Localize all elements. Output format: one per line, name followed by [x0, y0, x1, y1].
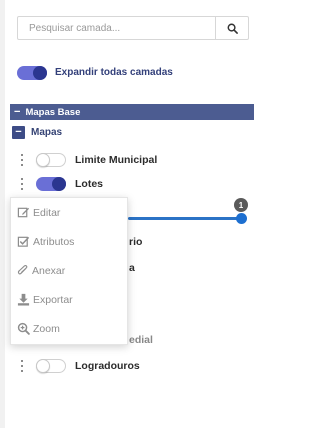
subgroup-title: Mapas [31, 127, 63, 138]
layer-label-partial-edial: edial [129, 334, 153, 346]
checkbox-icon [17, 236, 30, 247]
toggle-knob [52, 177, 66, 191]
toggle-knob [33, 66, 47, 80]
menu-item-label: Atributos [33, 235, 75, 248]
toggle-knob [36, 153, 50, 167]
opacity-slider-track[interactable] [128, 217, 244, 220]
layer-toggle-limite-municipal[interactable] [36, 153, 66, 167]
download-icon [17, 293, 30, 306]
collapse-icon[interactable]: − [12, 126, 25, 139]
search-box [17, 16, 249, 40]
panel-left-border [0, 0, 5, 428]
layer-context-menu: Editar Atributos Anexar Exportar Zoom [10, 197, 128, 345]
menu-item-zoom[interactable]: Zoom [17, 322, 60, 335]
menu-item-anexar[interactable]: Anexar [17, 264, 65, 277]
search-input[interactable] [18, 17, 215, 39]
layer-label-partial-rio: rio [129, 236, 143, 248]
layer-label-partial-a: a [129, 262, 135, 274]
menu-item-label: Exportar [33, 293, 73, 306]
subgroup-header-mapas[interactable]: − Mapas [12, 126, 62, 139]
layer-toggle-lotes[interactable] [36, 177, 66, 191]
search-icon [227, 23, 238, 34]
layer-label-logradouros: Logradouros [75, 360, 140, 372]
drag-handle-icon[interactable] [21, 154, 24, 166]
menu-item-label: Zoom [33, 322, 60, 335]
drag-handle-icon[interactable] [21, 360, 24, 372]
toggle-knob [36, 359, 50, 373]
zoom-icon [17, 322, 30, 335]
opacity-slider-thumb[interactable] [236, 213, 247, 224]
group-title: Mapas Base [25, 106, 81, 118]
layer-panel: Expandir todas camadas − Mapas Base − Ma… [0, 0, 254, 428]
menu-item-atributos[interactable]: Atributos [17, 235, 74, 248]
layer-label-lotes: Lotes [75, 178, 104, 190]
search-button[interactable] [215, 17, 248, 39]
opacity-value-badge: 1 [234, 198, 248, 212]
layer-label-limite-municipal: Limite Municipal [75, 154, 158, 166]
group-header-mapas-base[interactable]: − Mapas Base [10, 104, 254, 120]
layer-toggle-logradouros[interactable] [36, 359, 66, 373]
expand-all-toggle[interactable] [17, 66, 47, 80]
menu-item-label: Anexar [32, 264, 66, 277]
menu-item-label: Editar [33, 206, 61, 219]
menu-item-exportar[interactable]: Exportar [17, 293, 73, 306]
expand-all-label: Expandir todas camadas [55, 67, 173, 78]
menu-item-editar[interactable]: Editar [17, 206, 60, 219]
drag-handle-icon[interactable] [21, 178, 24, 190]
paperclip-icon [17, 265, 28, 275]
edit-icon [17, 207, 30, 218]
collapse-icon[interactable]: − [14, 106, 20, 118]
